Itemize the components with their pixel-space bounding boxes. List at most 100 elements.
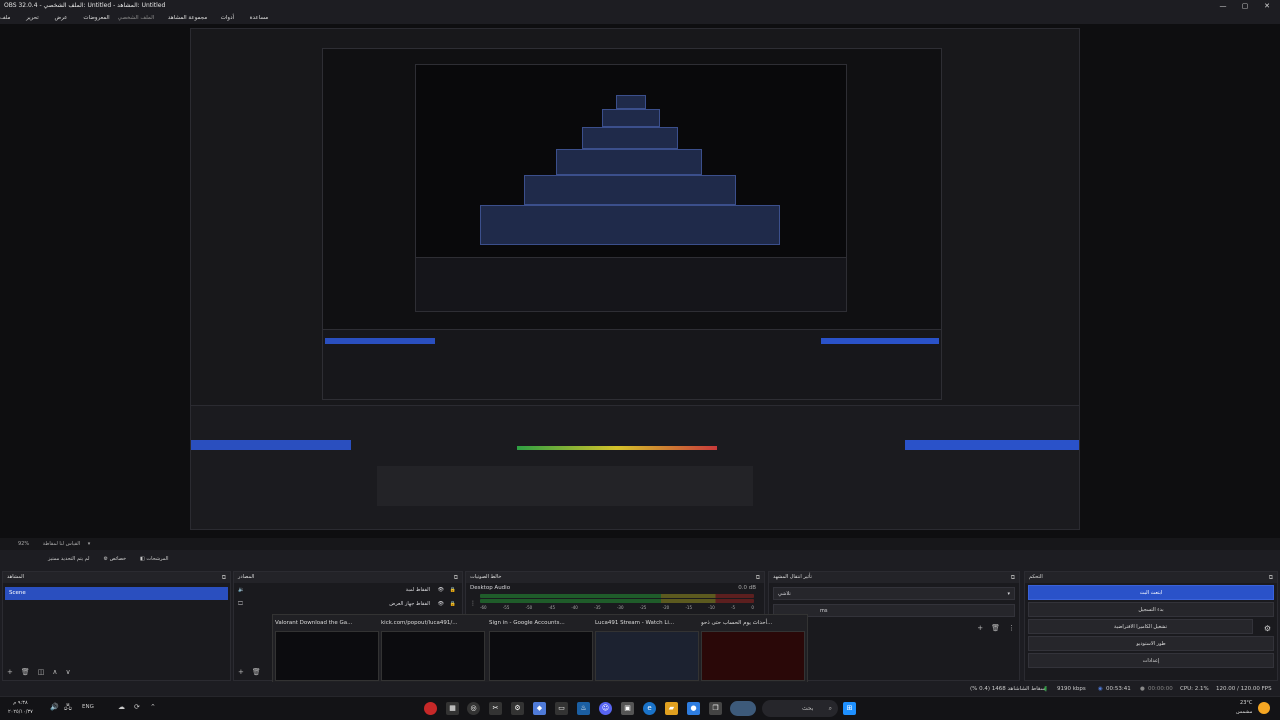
studio-mode-button[interactable]: طور الاستوديو <box>1028 636 1274 651</box>
start-streaming-button[interactable]: ابتعث البث <box>1028 585 1274 600</box>
nested2-scene-item <box>325 338 435 344</box>
cloud-icon[interactable]: ☁ <box>118 703 125 711</box>
network-icon[interactable]: 🖧 <box>64 703 72 714</box>
scene-list-item[interactable]: Scene <box>5 587 228 600</box>
transition-select[interactable]: تلاشي ▾ <box>773 587 1015 600</box>
scenes-dock-header: المشاهد ⧉ <box>3 572 230 583</box>
dock-undock-icon[interactable]: ⧉ <box>222 572 226 583</box>
menu-file[interactable]: ملف (F) <box>0 12 18 33</box>
zoom-level[interactable]: 92% <box>18 541 29 547</box>
signal-icon: ▮ <box>1044 686 1048 692</box>
sources-dock-title: المصادر <box>238 574 255 580</box>
properties-button[interactable]: ⚙ خصائص <box>103 550 126 568</box>
folder-icon[interactable]: ▰ <box>665 702 678 715</box>
live-time: 00:53:41 <box>1106 686 1131 692</box>
clock-date: ٢٠٢٥/١٠/٣٧ <box>8 709 33 715</box>
clock[interactable]: ٩:٣٨ م ٢٠٢٥/١٠/٣٧ <box>8 699 33 717</box>
move-down-icon[interactable]: ∨ <box>66 668 71 676</box>
add-icon[interactable]: + <box>238 668 244 676</box>
meter-tick: -55 <box>502 605 510 610</box>
menu-edit[interactable]: تحرير (E) <box>26 12 46 33</box>
sources-dock-header: المصادر ⧉ <box>234 572 462 583</box>
active-app-icon[interactable]: ◆ <box>533 702 546 715</box>
menu-scene-collection[interactable]: مجموعة المشاهد (S) <box>168 12 213 33</box>
sun-icon <box>1258 702 1270 714</box>
record-time: 00:00:00 <box>1148 686 1173 692</box>
gear-icon[interactable]: ⚙ <box>1264 624 1271 633</box>
delete-icon[interactable]: 🗑 <box>252 668 261 676</box>
eye-icon[interactable]: 👁 <box>438 597 444 611</box>
source-item[interactable]: 🔉 الفقاط لمبة 👁 🔒 <box>234 583 462 597</box>
window-thumbnail[interactable]: kick.com/popout/luca491/... <box>381 617 485 687</box>
terminal-icon[interactable]: ▭ <box>555 702 568 715</box>
windows-taskbar: ٩:٣٨ م ٢٠٢٥/١٠/٣٧ 🔊 🖧 ENG ☁ ⟳ ⌃ ▦ ◎ ✂ ⚙ … <box>0 696 1280 720</box>
controls-dock-header: التحكم ⧉ <box>1025 572 1277 583</box>
store-icon[interactable]: ▣ <box>621 702 634 715</box>
menu-tools[interactable]: أدوات (T) <box>221 12 242 33</box>
dock-undock-icon[interactable]: ⧉ <box>1269 572 1273 583</box>
weather-widget[interactable]: 23°C مشمس <box>1236 699 1252 717</box>
record-app-icon[interactable] <box>424 702 437 715</box>
widgets-icon[interactable] <box>730 701 756 716</box>
window-thumbnail[interactable]: Valorant Download the Ga... <box>275 617 379 687</box>
app-icon[interactable]: ▦ <box>446 702 459 715</box>
dock-undock-icon[interactable]: ⧉ <box>454 572 458 583</box>
search-box[interactable]: بحث ⌕ <box>762 700 838 717</box>
scale-lock-label[interactable]: القياس لنا لمقاطة <box>43 541 80 547</box>
minimize-button[interactable]: — <box>1212 0 1234 12</box>
discord-icon[interactable]: ☺ <box>599 702 612 715</box>
delete-icon[interactable]: 🗑 <box>991 624 1000 632</box>
window-thumbnail[interactable]: Sign in - Google Accounts... <box>489 617 593 687</box>
eye-icon[interactable]: 👁 <box>438 583 444 597</box>
chevron-down-icon[interactable]: ▾ <box>88 541 91 547</box>
lock-icon[interactable]: 🔒 <box>450 583 456 597</box>
filters-button[interactable]: ◧ المرشحات <box>140 550 169 568</box>
edge-icon[interactable]: e <box>643 702 656 715</box>
meter-ticks: -60 -55 -50 -45 -40 -35 -30 -25 -20 -15 … <box>480 605 754 610</box>
dock-undock-icon[interactable]: ⧉ <box>1011 572 1015 583</box>
pyramid-layer-3 <box>556 149 702 175</box>
add-icon[interactable]: + <box>7 668 13 676</box>
menu-profile[interactable]: الملف الشخصي (P) <box>118 12 160 33</box>
scenes-dock-footer: + 🗑 ◫ ∧ ∨ <box>7 668 71 676</box>
chevron-down-icon: ▾ <box>1007 591 1010 597</box>
sources-dock-footer: + 🗑 <box>238 668 261 676</box>
tool-icon[interactable]: ✂ <box>489 702 502 715</box>
start-recording-button[interactable]: بدء التسجيل <box>1028 602 1274 617</box>
source-toolbar: لم يتم التحديد ممتيز ⚙ خصائص ◧ المرشحات <box>0 550 1280 568</box>
delete-icon[interactable]: 🗑 <box>21 668 30 676</box>
close-button[interactable]: ✕ <box>1256 0 1278 12</box>
obs-icon[interactable]: ◎ <box>467 702 480 715</box>
menu-help[interactable]: مساعدة (H) <box>250 12 276 33</box>
lock-icon[interactable]: 🔒 <box>450 597 456 611</box>
thumbnail-title: Valorant Download the Ga... <box>275 620 353 626</box>
window-thumbnail[interactable]: أحداث يوم الحساب حتى ذحو... <box>701 617 805 687</box>
filter-icon[interactable]: ◫ <box>38 668 45 676</box>
virtual-camera-button[interactable]: تشغيل الكاميرا الافتراضية <box>1028 619 1253 634</box>
menu-view[interactable]: عرض (V) <box>54 12 75 33</box>
add-icon[interactable]: + <box>977 624 983 632</box>
window-thumbnail[interactable]: Luca491 Stream - Watch Li... <box>595 617 699 687</box>
task-view-icon[interactable]: ❐ <box>709 702 722 715</box>
maximize-button[interactable]: ▢ <box>1234 0 1256 12</box>
preview-canvas[interactable] <box>0 24 1280 538</box>
pyramid-layer-4 <box>582 127 678 149</box>
search-icon: ⌕ <box>828 705 832 712</box>
chevron-up-icon[interactable]: ⌃ <box>150 703 156 711</box>
duration-input[interactable]: ms <box>773 604 1015 617</box>
sync-icon[interactable]: ⟳ <box>134 703 140 711</box>
language-indicator[interactable]: ENG <box>82 704 94 710</box>
speaker-icon[interactable]: 🔊 <box>50 703 59 711</box>
source-item[interactable]: 🖵 الفقاط جهاز العرض 👁 🔒 <box>234 597 462 611</box>
start-icon[interactable]: ⊞ <box>843 702 856 715</box>
properties-label: خصائص <box>109 556 127 562</box>
dock-undock-icon[interactable]: ⧉ <box>756 572 760 583</box>
chrome-icon[interactable]: ● <box>687 702 700 715</box>
settings-app-icon[interactable]: ⚙ <box>511 702 524 715</box>
menu-icon[interactable]: ⋮ <box>1008 624 1015 632</box>
settings-button[interactable]: إعدادات <box>1028 653 1274 668</box>
move-up-icon[interactable]: ∧ <box>52 668 57 676</box>
steam-icon[interactable]: ♨ <box>577 702 590 715</box>
mixer-menu-icon[interactable]: ⋮ <box>470 600 476 607</box>
menu-docks[interactable]: المعروضات <box>83 12 109 24</box>
